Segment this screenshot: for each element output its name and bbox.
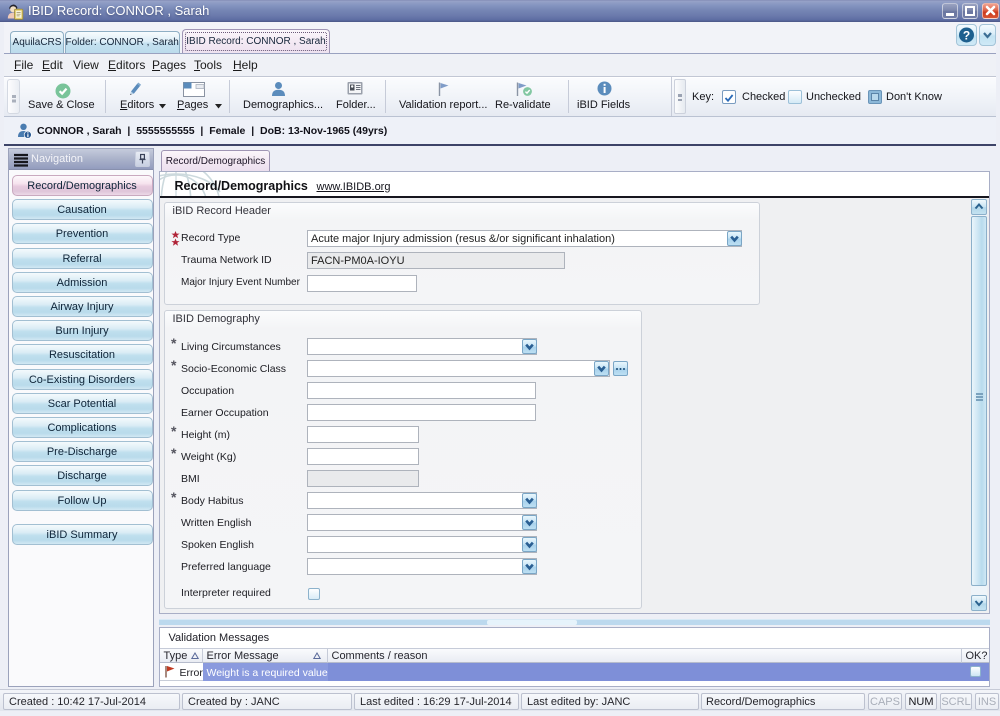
- svg-text:?: ?: [963, 29, 970, 43]
